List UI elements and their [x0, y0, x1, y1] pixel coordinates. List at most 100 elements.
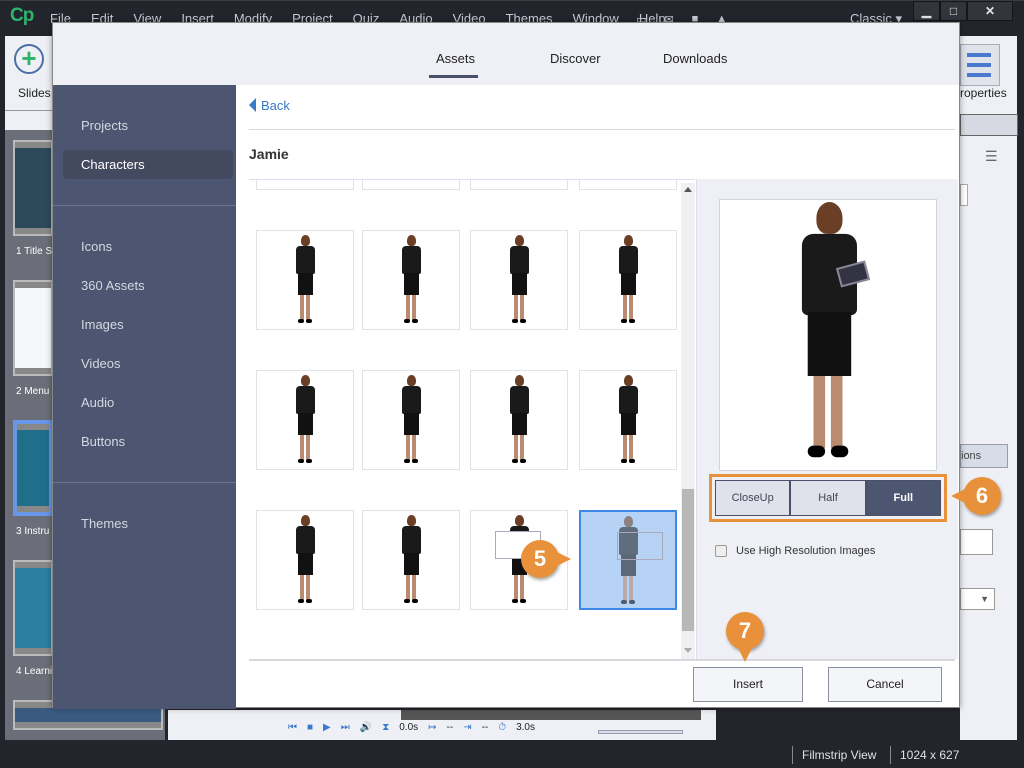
properties-panel: roperties ☰ ions ▼ [960, 36, 1018, 740]
character-pose-pose-arms-down[interactable] [256, 230, 354, 330]
rewind-icon[interactable]: ⏮ [288, 722, 297, 733]
character-pose-partial[interactable] [470, 180, 568, 190]
active-tab-indicator [429, 75, 478, 78]
divider [249, 129, 955, 130]
character-pose-pose-finger-raised[interactable] [256, 370, 354, 470]
start-time: 0.0s [399, 722, 419, 733]
character-figure [616, 375, 640, 465]
assets-dialog: Assets Discover Downloads Projects Chara… [52, 22, 960, 709]
half-button[interactable]: Half [790, 480, 866, 516]
closeup-button[interactable]: CloseUp [715, 480, 791, 516]
sidebar-item-audio[interactable]: Audio [81, 395, 114, 410]
character-pose-pose-back-hands-hips[interactable] [256, 510, 354, 610]
sidebar-item-videos[interactable]: Videos [81, 356, 121, 371]
stop-icon[interactable]: ■ [307, 722, 313, 733]
character-figure [293, 375, 317, 465]
character-preview [719, 199, 937, 471]
character-pose-pose-holding-board-side[interactable] [579, 510, 677, 610]
close-button[interactable]: ✕ [967, 1, 1013, 21]
character-pose-pose-hand-raised[interactable] [470, 370, 568, 470]
out-point-icon: ⇥ [463, 722, 472, 733]
slides-label[interactable]: Slides [18, 86, 51, 100]
panel-dropdown[interactable]: ▼ [960, 588, 995, 610]
sidebar-item-characters[interactable]: Characters [81, 157, 145, 172]
grid-scrollbar[interactable] [681, 183, 695, 659]
tab-discover[interactable]: Discover [550, 51, 601, 66]
view-mode-selector: CloseUp Half Full [715, 480, 941, 516]
character-pose-pose-hand-wave[interactable] [362, 370, 460, 470]
insert-button[interactable]: Insert [693, 667, 803, 702]
status-bar: Filmstrip View 1024 x 627 [0, 742, 1024, 768]
hourglass-icon: ⧗ [382, 722, 390, 733]
step-callout-6: 6 [951, 477, 1001, 515]
scroll-thumb[interactable] [682, 489, 694, 631]
character-pose-pose-hands-on-hips[interactable] [470, 230, 568, 330]
character-pose-pose-hand-on-hip[interactable] [362, 230, 460, 330]
character-figure [293, 515, 317, 605]
timeline-track[interactable] [401, 710, 701, 720]
zoom-slider[interactable] [598, 730, 683, 734]
character-figure [793, 202, 863, 463]
character-figure [399, 235, 423, 325]
character-figure [399, 515, 423, 605]
sidebar-item-buttons[interactable]: Buttons [81, 434, 125, 449]
character-pose-partial[interactable] [362, 180, 460, 190]
character-pose-pose-finger-up[interactable] [579, 370, 677, 470]
list-options-icon[interactable]: ☰ [985, 148, 998, 165]
character-pose-partial[interactable] [579, 180, 677, 190]
asset-sidebar: Projects Characters Icons 360 Assets Ima… [53, 85, 236, 709]
properties-label[interactable]: roperties [960, 86, 1007, 100]
duration: 3.0s [516, 722, 535, 733]
character-grid [249, 179, 695, 659]
scroll-down-icon[interactable] [684, 648, 692, 653]
slide-thumb-2[interactable] [13, 280, 53, 376]
slide-thumb-4[interactable] [13, 560, 53, 656]
full-button[interactable]: Full [865, 480, 941, 516]
sidebar-divider [53, 482, 236, 483]
panel-field-2[interactable] [960, 529, 993, 555]
sidebar-item-themes[interactable]: Themes [81, 516, 128, 531]
character-pose-partial[interactable] [256, 180, 354, 190]
timeline: ⏮ ■ ▶ ⏭ 🔊 ⧗ 0.0s ↦ -- ⇥ -- ⏱ 3.0s [168, 710, 716, 740]
sidebar-item-projects[interactable]: Projects [81, 118, 128, 133]
view-mode-status: Filmstrip View [792, 746, 876, 764]
back-link[interactable]: Back [249, 98, 290, 113]
out-point: -- [481, 722, 489, 733]
tab-assets[interactable]: Assets [436, 51, 475, 66]
app-logo: Cp [10, 5, 34, 26]
slide-thumb-1[interactable] [13, 140, 53, 236]
view-mode-highlight: CloseUp Half Full [709, 474, 947, 522]
next-icon[interactable]: ⏭ [341, 722, 350, 733]
audio-icon[interactable]: 🔊 [360, 722, 372, 733]
character-title: Jamie [249, 146, 289, 162]
slide-thumb-3[interactable] [13, 420, 53, 516]
footer-divider [249, 659, 955, 661]
sidebar-item-360-assets[interactable]: 360 Assets [81, 278, 145, 293]
minimize-button[interactable]: ▁ [913, 1, 940, 21]
properties-icon[interactable] [960, 44, 1000, 86]
character-figure [507, 375, 531, 465]
character-figure [616, 516, 640, 606]
panel-tab-band [960, 114, 1018, 136]
play-icon[interactable]: ▶ [323, 722, 331, 733]
sidebar-item-images[interactable]: Images [81, 317, 124, 332]
slides-toolbar: + Slides [5, 36, 55, 110]
sidebar-item-icons[interactable]: Icons [81, 239, 112, 254]
cancel-button[interactable]: Cancel [828, 667, 942, 702]
options-button[interactable]: ions [960, 444, 1008, 468]
hires-label[interactable]: Use High Resolution Images [736, 545, 875, 557]
character-figure [399, 375, 423, 465]
character-figure [616, 235, 640, 325]
panel-field[interactable] [960, 184, 968, 206]
slide-label-4: 4 Learni [16, 666, 53, 677]
character-pose-pose-back-hands-clasped[interactable] [362, 510, 460, 610]
tab-downloads[interactable]: Downloads [663, 51, 727, 66]
scroll-up-icon[interactable] [684, 187, 692, 192]
playback-controls: ⏮ ■ ▶ ⏭ 🔊 ⧗ 0.0s ↦ -- ⇥ -- ⏱ 3.0s [288, 722, 535, 733]
step-callout-5: 5 [521, 540, 571, 578]
character-pose-pose-hand-to-face[interactable] [579, 230, 677, 330]
hires-checkbox[interactable] [715, 545, 727, 557]
add-slide-icon[interactable]: + [14, 44, 44, 74]
in-point-icon: ↦ [428, 722, 437, 733]
maximize-button[interactable]: □ [940, 1, 967, 21]
